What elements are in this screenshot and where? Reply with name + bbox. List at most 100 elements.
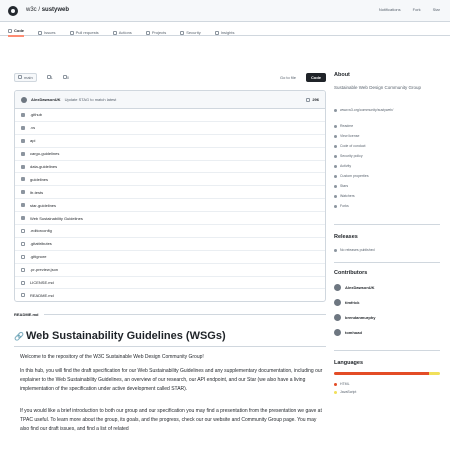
table-row[interactable]: .vs xyxy=(15,122,325,135)
releases-heading[interactable]: Releases xyxy=(334,234,358,240)
tab-security[interactable]: Security xyxy=(180,28,201,37)
tab-code[interactable]: Code xyxy=(8,28,24,37)
meta-icon xyxy=(334,184,337,188)
sidebar-meta-item[interactable]: Watchers xyxy=(334,194,355,198)
star-top-button[interactable]: Star xyxy=(433,7,440,12)
file-name[interactable]: cargo-guidelines xyxy=(30,151,125,156)
divider xyxy=(334,262,440,263)
contributors-heading[interactable]: Contributors xyxy=(334,270,367,276)
avatar xyxy=(334,329,341,336)
language-dot-icon xyxy=(334,390,337,394)
file-name[interactable]: guidelines xyxy=(30,177,125,182)
top-bar: w3c / sustyweb Notifications Fork Star xyxy=(0,0,450,22)
avatar xyxy=(334,299,341,306)
meta-icon xyxy=(334,174,337,178)
file-icon xyxy=(21,228,25,233)
about-description: Sustainable Web Design Community Group xyxy=(334,85,421,90)
github-logo-icon[interactable] xyxy=(8,6,18,16)
language-segment xyxy=(429,372,440,375)
file-name[interactable]: .vs xyxy=(30,125,125,130)
avatar xyxy=(334,314,341,321)
tab-actions-label: Actions xyxy=(118,30,132,35)
table-row[interactable]: .pr-preview.json xyxy=(15,264,325,277)
file-name[interactable]: ltr-tests xyxy=(30,190,125,195)
file-name[interactable]: api xyxy=(30,138,125,143)
file-name[interactable]: .github xyxy=(30,112,125,117)
avatar xyxy=(334,284,341,291)
tag-icon xyxy=(334,248,337,252)
branches-count[interactable]: 1 xyxy=(51,75,53,80)
contributor-item[interactable]: timfrick xyxy=(334,299,359,306)
table-row[interactable]: .gitignore xyxy=(15,251,325,264)
file-name[interactable]: .gitattributes xyxy=(30,241,125,246)
table-row[interactable]: ltr-tests xyxy=(15,186,325,200)
language-item[interactable]: HTML xyxy=(334,382,350,386)
sidebar-meta-label: Forks xyxy=(340,204,349,208)
readme-header: README.md xyxy=(14,308,326,320)
fork-top-button[interactable]: Fork xyxy=(413,7,421,12)
table-row[interactable]: guidelines xyxy=(15,173,325,187)
sidebar-meta-item[interactable]: View license xyxy=(334,134,359,138)
notifications-button[interactable]: Notifications xyxy=(379,7,401,12)
language-item[interactable]: JavaScript xyxy=(334,390,356,394)
commit-author[interactable]: AlexDawsonUK xyxy=(31,97,61,102)
language-name: JavaScript xyxy=(340,390,357,394)
file-name[interactable]: Web Sustainability Guidelines xyxy=(30,216,125,221)
tab-issues[interactable]: Issues xyxy=(38,28,56,37)
file-name[interactable]: .pr-preview.json xyxy=(30,267,125,272)
table-row[interactable]: cargo-guidelines xyxy=(15,148,325,161)
table-row[interactable]: api xyxy=(15,135,325,148)
readme-tab[interactable]: README.md xyxy=(14,312,38,317)
sidebar-meta-label: Code of conduct xyxy=(340,144,366,148)
homepage-link[interactable]: www.w3.org/community/sustyweb/ xyxy=(334,108,393,112)
file-name[interactable]: README.md xyxy=(30,293,125,298)
sidebar-meta-item[interactable]: Code of conduct xyxy=(334,144,366,148)
contributor-item[interactable]: tomhoad xyxy=(334,329,362,336)
avatar[interactable] xyxy=(21,96,27,103)
shield-icon xyxy=(180,30,185,35)
sidebar-meta-item[interactable]: Readme xyxy=(334,124,353,128)
table-row[interactable]: .editorconfig xyxy=(15,225,325,238)
table-row[interactable]: README.md xyxy=(15,289,325,301)
meta-icon xyxy=(334,204,337,208)
folder-icon xyxy=(21,216,25,221)
file-name[interactable]: LICENSE.md xyxy=(30,280,125,285)
commit-message[interactable]: Update STAG to match latest xyxy=(65,97,117,102)
tab-projects[interactable]: Projects xyxy=(145,28,166,37)
sidebar-meta-item[interactable]: Security policy xyxy=(334,154,363,158)
sidebar-meta-label: Watchers xyxy=(340,194,355,198)
file-name[interactable]: star-guidelines xyxy=(30,203,125,208)
contributor-name: timfrick xyxy=(345,300,360,305)
commit-history-link[interactable]: 296 xyxy=(306,97,319,102)
sidebar-meta-item[interactable]: Forks xyxy=(334,204,349,208)
sidebar-meta-item[interactable]: Custom properties xyxy=(334,174,369,178)
tab-actions[interactable]: Actions xyxy=(112,28,132,37)
table-row[interactable]: LICENSE.md xyxy=(15,277,325,290)
link-icon[interactable]: 🔗 xyxy=(14,332,24,341)
tab-pull-requests[interactable]: Pull requests xyxy=(69,28,99,37)
file-name[interactable]: data-guidelines xyxy=(30,164,125,169)
sidebar-meta-item[interactable]: Activity xyxy=(334,164,351,168)
table-row[interactable]: star-guidelines xyxy=(15,199,325,213)
tab-code-label: Code xyxy=(14,28,24,33)
table-row[interactable]: data-guidelines xyxy=(15,161,325,174)
folder-icon xyxy=(21,164,25,169)
table-row[interactable]: Web Sustainability Guidelines xyxy=(15,212,325,226)
tab-insights[interactable]: Insights xyxy=(214,28,235,37)
contributor-item[interactable]: brendanmurphy xyxy=(334,314,375,321)
branch-selector[interactable]: main xyxy=(14,72,37,82)
table-row[interactable]: .gitattributes xyxy=(15,238,325,251)
sidebar-meta-item[interactable]: Stars xyxy=(334,184,348,188)
repo-name[interactable]: sustyweb xyxy=(42,7,69,13)
sidebar-meta-label: Security policy xyxy=(340,154,363,158)
file-name[interactable]: .gitignore xyxy=(30,254,125,259)
file-name[interactable]: .editorconfig xyxy=(30,228,125,233)
table-row[interactable]: .github xyxy=(15,109,325,122)
go-to-file-button[interactable]: Go to file xyxy=(276,74,300,81)
code-button[interactable]: Code xyxy=(306,72,326,82)
language-dot-icon xyxy=(334,382,337,386)
contributor-item[interactable]: AlexDawsonUK xyxy=(334,284,375,291)
tags-count[interactable]: 0 xyxy=(67,75,69,80)
repo-owner[interactable]: w3c xyxy=(26,7,37,13)
pull-request-icon xyxy=(69,30,74,35)
